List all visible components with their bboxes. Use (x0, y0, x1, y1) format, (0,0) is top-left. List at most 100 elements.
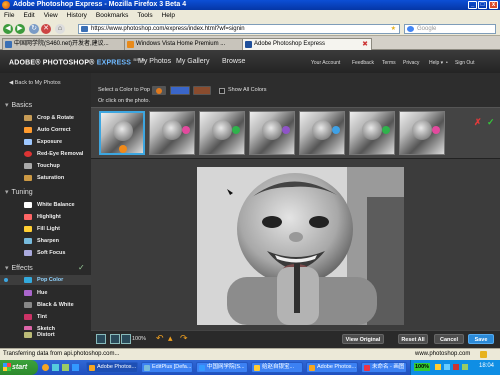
tool-hue[interactable]: Hue (0, 288, 91, 298)
tool-crop-rotate[interactable]: Crop & Rotate (0, 113, 91, 123)
accept-variation-icon[interactable]: ✓ (487, 117, 495, 128)
cancel-variation-icon[interactable]: ✗ (474, 117, 482, 128)
nav-browse[interactable]: Browse (222, 58, 245, 65)
redo-up-icon[interactable]: ▴ (168, 333, 173, 344)
tab-photoshop-express[interactable]: Adobe Photoshop Express ✖ (242, 38, 372, 50)
search-input[interactable]: Google (404, 24, 496, 34)
nav-my-gallery[interactable]: My Gallery (176, 58, 209, 65)
close-tab-icon[interactable]: ✖ (362, 39, 368, 50)
fit-screen-icon[interactable] (96, 334, 106, 344)
redo-icon[interactable]: ↷ (180, 333, 188, 344)
view-original-button[interactable]: View Original (342, 334, 384, 344)
tab-vista[interactable]: Windows Vista Home Premium ... (124, 38, 250, 50)
minimize-button[interactable]: _ (468, 1, 477, 9)
show-all-checkbox[interactable] (219, 88, 225, 94)
task-email[interactable]: 给赵自银宝... (251, 362, 303, 373)
section-tuning[interactable]: Tuning (5, 188, 33, 196)
start-button[interactable]: start (0, 360, 38, 375)
app-quicklaunch-icon[interactable] (62, 364, 69, 371)
menu-bookmarks[interactable]: Bookmarks (96, 12, 129, 19)
zoom-icon[interactable] (121, 334, 131, 344)
logo-text: ADOBE® PHOTOSHOP® (9, 59, 95, 67)
firefox-quicklaunch-icon[interactable] (42, 364, 49, 371)
variation-thumb-1[interactable] (99, 111, 145, 155)
task-paint[interactable]: 未命名 - 画图 (361, 362, 407, 373)
section-basics[interactable]: Basics (5, 101, 33, 109)
variation-thumb-4[interactable] (249, 111, 295, 155)
reload-icon[interactable]: ↻ (29, 24, 39, 34)
maximize-button[interactable]: □ (478, 1, 487, 9)
tool-label: Highlight (37, 214, 61, 220)
nav-my-photos[interactable]: My Photos (138, 58, 171, 65)
tool-white-balance[interactable]: White Balance (0, 200, 91, 210)
tool-fill-light[interactable]: Fill Light (0, 224, 91, 234)
actual-size-icon[interactable] (110, 334, 120, 344)
tool-exposure[interactable]: Exposure (0, 137, 91, 147)
tool-saturation[interactable]: Saturation (0, 173, 91, 183)
tray-icon-4[interactable] (462, 364, 468, 370)
crop-icon (24, 115, 32, 121)
tool-distort[interactable]: Distort (0, 330, 91, 342)
variation-thumb-6[interactable] (349, 111, 395, 155)
tool-sharpen[interactable]: Sharpen (0, 236, 91, 246)
stop-icon[interactable]: ✕ (41, 24, 51, 34)
save-button[interactable]: Save (468, 334, 494, 344)
menu-view[interactable]: View (44, 12, 58, 19)
cancel-button[interactable]: Cancel (434, 334, 464, 344)
ie-quicklaunch-icon[interactable] (72, 364, 79, 371)
url-bar[interactable]: https://www.photoshop.com/express/index.… (78, 24, 400, 34)
star-icon[interactable]: ★ (391, 25, 396, 33)
forward-arrow-icon[interactable]: ▶ (15, 24, 25, 34)
section-effects[interactable]: Effects (5, 264, 33, 272)
tool-black-white[interactable]: Black & White (0, 300, 91, 310)
task-editplus[interactable]: EditPlus [Defa... (141, 362, 193, 373)
menu-help[interactable]: Help (162, 12, 175, 19)
task-s460[interactable]: 中国网学院(S... (196, 362, 248, 373)
swatch-orange[interactable] (152, 86, 166, 95)
tray-icon-2[interactable] (444, 364, 450, 370)
close-window-button[interactable]: x (489, 1, 498, 9)
photo[interactable] (197, 167, 404, 325)
reset-all-button[interactable]: Reset All (398, 334, 428, 344)
variation-thumb-5[interactable] (299, 111, 345, 155)
menu-edit[interactable]: Edit (23, 12, 34, 19)
swatch-blue[interactable] (170, 86, 190, 95)
tray-icon-1[interactable] (435, 364, 441, 370)
tool-red-eye-removal[interactable]: Red-Eye Removal (0, 149, 91, 159)
tool-tint[interactable]: Tint (0, 312, 91, 322)
link-your-account[interactable]: Your Account (311, 60, 340, 66)
tool-label: Soft Focus (37, 250, 66, 256)
tool-soft-focus[interactable]: Soft Focus (0, 248, 91, 258)
tab-s460[interactable]: 中国网学院(S460.net)开发者,建议... (2, 38, 134, 50)
variation-thumb-3[interactable] (199, 111, 245, 155)
menu-tools[interactable]: Tools (137, 12, 152, 19)
task-adobe-photos-1[interactable]: Adobe Photos... (86, 362, 138, 373)
tint-icon (24, 314, 32, 320)
tool-auto-correct[interactable]: Auto Correct (0, 125, 91, 135)
desktop-quicklaunch-icon[interactable] (52, 364, 59, 371)
url-text: https://www.photoshop.com/express/index.… (91, 26, 245, 32)
battery-indicator[interactable]: 100% (414, 363, 431, 371)
undo-icon[interactable]: ↶ (156, 333, 164, 344)
variation-thumb-2[interactable] (149, 111, 195, 155)
pop-pink-icon (432, 126, 440, 134)
link-help[interactable]: Help ▾ (429, 60, 443, 66)
swatch-brown[interactable] (193, 86, 211, 95)
link-feedback[interactable]: Feedback (352, 60, 374, 66)
site-icon (81, 26, 88, 32)
variation-thumb-7[interactable] (399, 111, 445, 155)
link-sign-out[interactable]: Sign Out (455, 60, 474, 66)
back-to-my-photos[interactable]: ◀ Back to My Photos (9, 80, 61, 86)
menu-file[interactable]: File (4, 12, 14, 19)
task-adobe-photos-2[interactable]: Adobe Photos... (306, 362, 358, 373)
home-icon[interactable]: ⌂ (55, 24, 65, 34)
link-terms[interactable]: Terms (382, 60, 396, 66)
menu-history[interactable]: History (67, 12, 87, 19)
tool-touchup[interactable]: Touchup (0, 161, 91, 171)
back-arrow-icon[interactable]: ◀ (3, 24, 13, 34)
task-label: 未命名 - 画图 (372, 364, 405, 370)
tool-pop-color[interactable]: Pop Color (0, 275, 91, 285)
tray-icon-3[interactable] (453, 364, 459, 370)
tool-highlight[interactable]: Highlight (0, 212, 91, 222)
link-privacy[interactable]: Privacy (403, 60, 419, 66)
